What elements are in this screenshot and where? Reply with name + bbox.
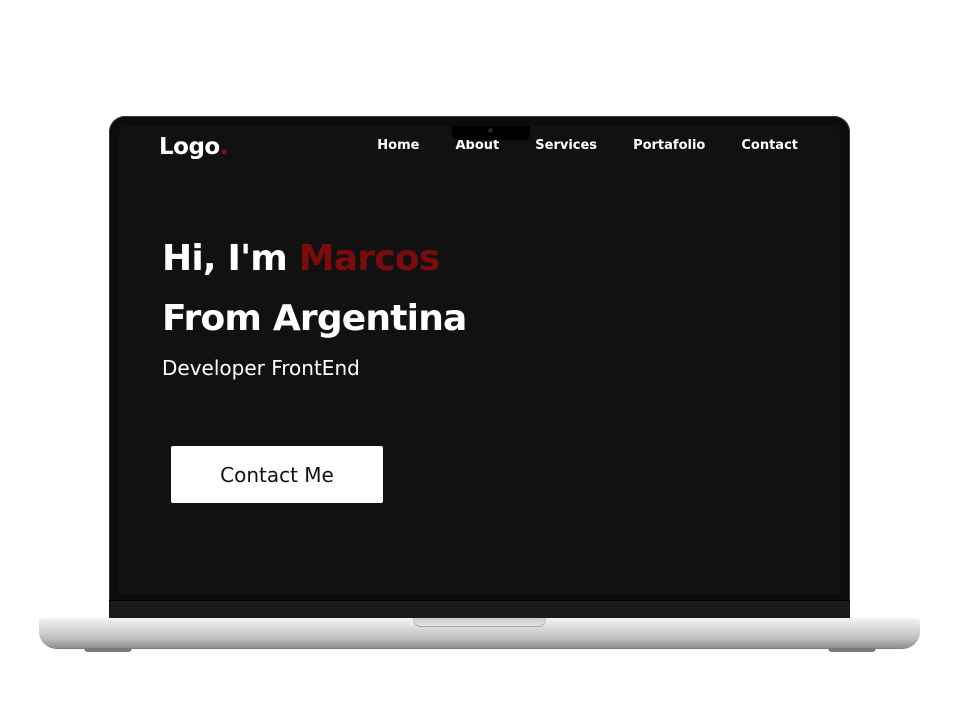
hero-origin: From Argentina — [162, 298, 467, 339]
logo-text: Logo — [159, 134, 220, 160]
laptop-mockup: Logo. Home About Services Portafolio Con… — [0, 0, 960, 720]
base-opening-notch — [413, 618, 546, 627]
hero-greeting: Hi, I'm — [162, 238, 299, 279]
laptop-screen: Logo. Home About Services Portafolio Con… — [119, 126, 840, 594]
hero-heading: Hi, I'm Marcos — [162, 238, 440, 279]
camera-notch — [452, 126, 530, 140]
laptop-foot-left — [84, 648, 132, 652]
hero-name: Marcos — [298, 238, 440, 279]
nav-link-home[interactable]: Home — [377, 138, 419, 153]
nav-link-about[interactable]: About — [455, 138, 499, 153]
laptop-base — [39, 618, 920, 648]
site-logo[interactable]: Logo. — [159, 134, 229, 160]
hero-role: Developer FrontEnd — [162, 356, 360, 380]
contact-me-button[interactable]: Contact Me — [171, 446, 383, 503]
nav-link-services[interactable]: Services — [535, 138, 597, 153]
laptop-foot-right — [828, 648, 876, 652]
laptop-lid: Logo. Home About Services Portafolio Con… — [109, 116, 850, 619]
nav-link-contact[interactable]: Contact — [741, 138, 798, 153]
camera-icon — [488, 128, 493, 133]
nav-link-portafolio[interactable]: Portafolio — [633, 138, 705, 153]
screen-bottom-bezel — [109, 600, 850, 619]
logo-dot: . — [219, 134, 229, 160]
main-nav: Home About Services Portafolio Contact — [341, 138, 798, 153]
